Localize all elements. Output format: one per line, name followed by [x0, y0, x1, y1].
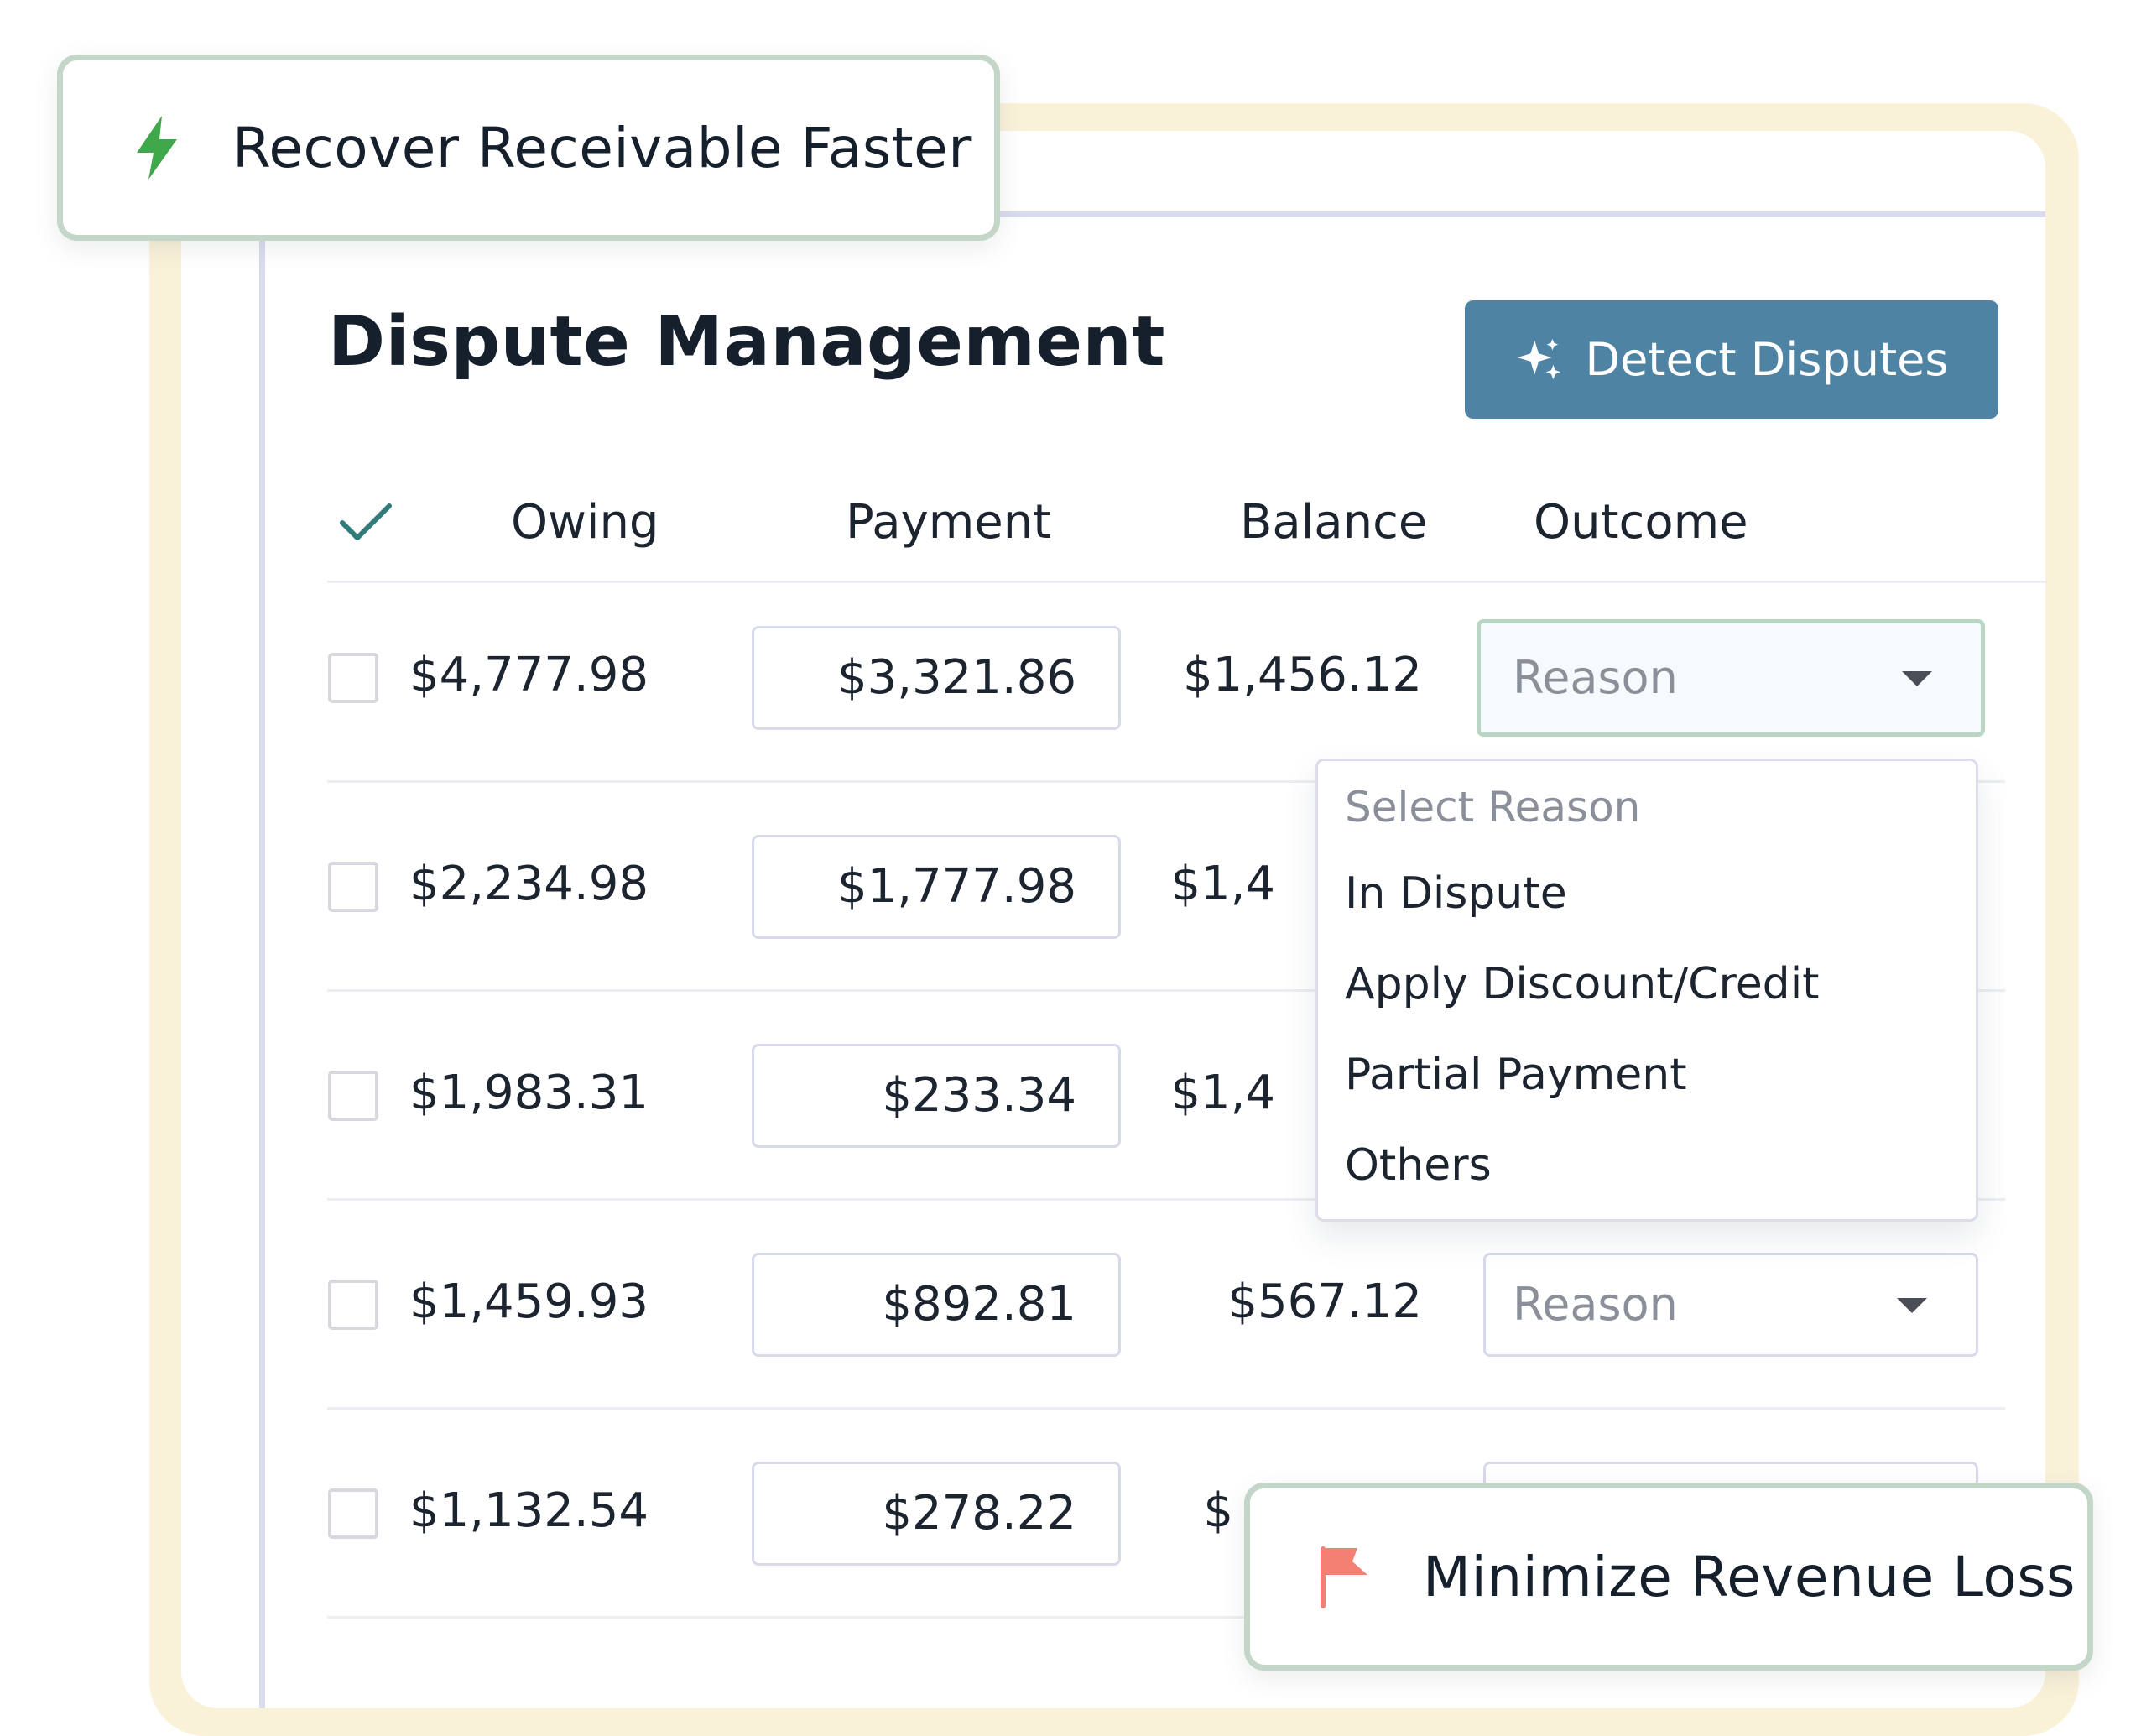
detect-disputes-label: Detect Disputes: [1585, 333, 1949, 386]
owing-value: $1,132.54: [409, 1483, 649, 1538]
balance-value: $1,456.12: [1182, 648, 1422, 702]
column-header-owing: Owing: [511, 495, 659, 550]
lightning-bolt-icon: [137, 116, 177, 180]
owing-value: $4,777.98: [409, 648, 649, 702]
header-divider: [327, 581, 2047, 583]
owing-value: $1,983.31: [409, 1066, 649, 1120]
dropdown-option-others[interactable]: Others: [1345, 1140, 1492, 1191]
dropdown-option-partial-payment[interactable]: Partial Payment: [1345, 1050, 1687, 1100]
flag-icon: [1321, 1546, 1367, 1608]
minimize-revenue-label: Minimize Revenue Loss: [1423, 1544, 2076, 1609]
reason-dropdown-menu: Select Reason In Dispute Apply Discount/…: [1315, 759, 1978, 1222]
payment-input[interactable]: $3,321.86: [752, 626, 1121, 730]
balance-value: $567.12: [1227, 1275, 1422, 1329]
column-header-balance: Balance: [1240, 495, 1428, 550]
dropdown-option-apply-discount[interactable]: Apply Discount/Credit: [1345, 959, 1820, 1009]
select-all-check-icon[interactable]: [337, 499, 394, 546]
recover-receivable-label: Recover Receivable Faster: [232, 115, 972, 180]
dropdown-option-in-dispute[interactable]: In Dispute: [1345, 868, 1567, 919]
row-divider: [327, 1407, 2005, 1410]
payment-input[interactable]: $892.81: [752, 1253, 1121, 1357]
recover-receivable-badge: Recover Receivable Faster: [57, 55, 1000, 241]
column-header-outcome: Outcome: [1534, 495, 1748, 550]
reason-select-value: Reason: [1513, 1278, 1678, 1331]
reason-select[interactable]: Reason: [1483, 1253, 1978, 1357]
balance-value: $1,4: [1170, 857, 1275, 911]
reason-select[interactable]: Reason: [1477, 619, 1985, 737]
column-header-payment: Payment: [846, 495, 1052, 550]
owing-value: $2,234.98: [409, 857, 649, 911]
chevron-down-icon: [1902, 671, 1932, 686]
reason-select-value: Reason: [1513, 651, 1678, 704]
balance-value: $: [1203, 1483, 1233, 1538]
detect-disputes-button[interactable]: Detect Disputes: [1465, 300, 1998, 419]
sparkle-icon: [1517, 338, 1560, 379]
balance-value: $1,4: [1170, 1066, 1275, 1120]
owing-value: $1,459.93: [409, 1275, 649, 1329]
dropdown-placeholder: Select Reason: [1345, 783, 1641, 832]
chevron-down-icon: [1897, 1298, 1927, 1313]
page-title: Dispute Management: [328, 302, 1166, 382]
minimize-revenue-badge: Minimize Revenue Loss: [1244, 1483, 2093, 1671]
